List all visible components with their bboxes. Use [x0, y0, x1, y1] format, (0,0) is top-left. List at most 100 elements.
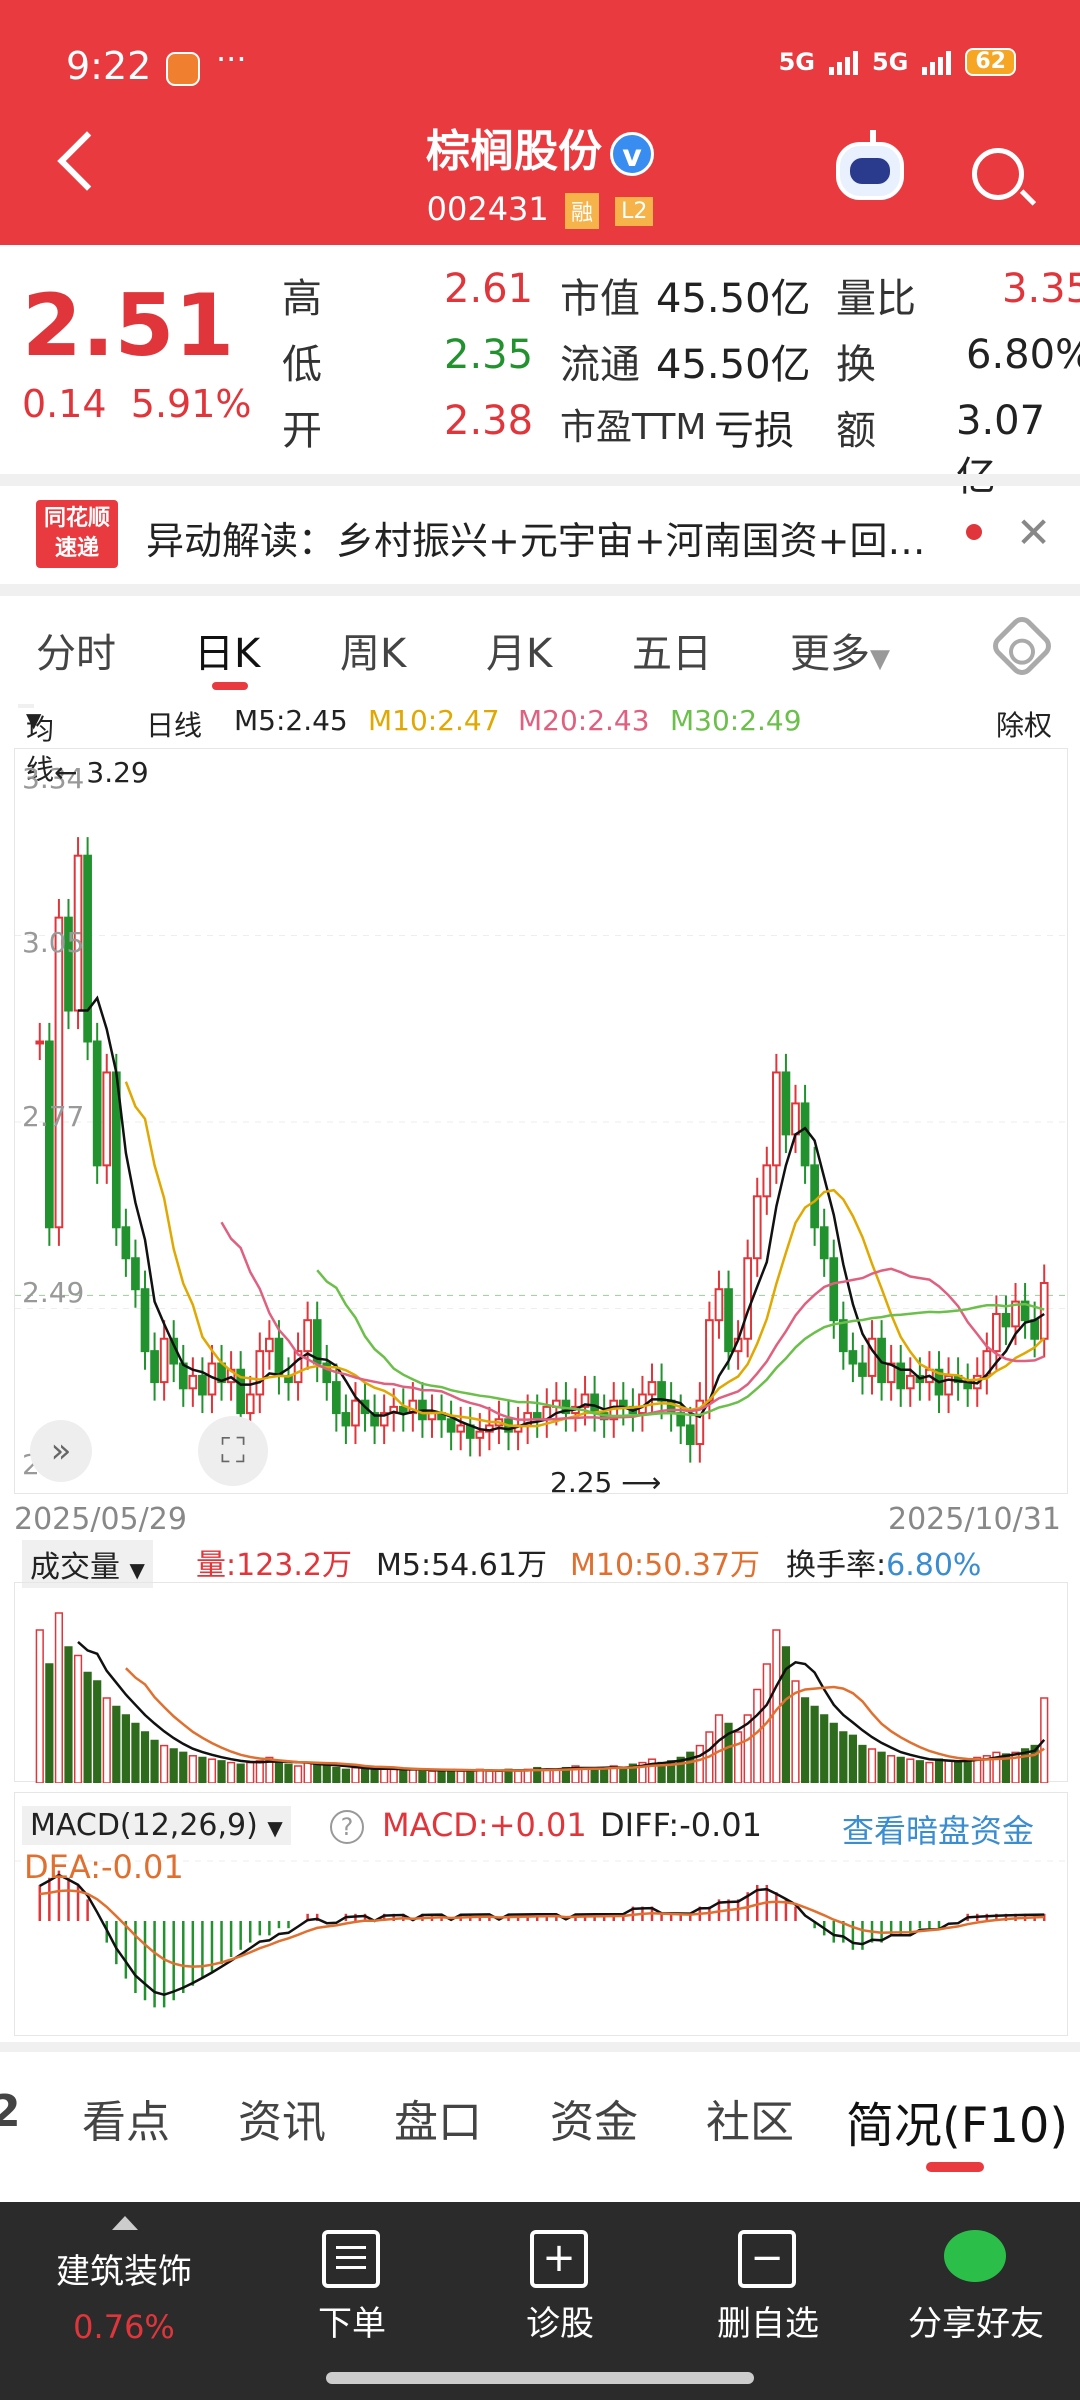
- tab-monthly-k[interactable]: 月K: [486, 621, 552, 679]
- tab-highlights[interactable]: 看点: [82, 2086, 170, 2150]
- volume-selector[interactable]: 成交量 ▼: [22, 1540, 153, 1588]
- tab-weekly-k[interactable]: 周K: [340, 621, 406, 679]
- volume-bar: [954, 1761, 963, 1784]
- pe-label: 市盈TTM: [560, 407, 707, 448]
- y-axis-label-2: 3.05: [22, 926, 85, 959]
- tab-news[interactable]: 资讯: [238, 2086, 326, 2150]
- period-label: 日线: [146, 709, 203, 742]
- tab-five-day[interactable]: 五日: [632, 621, 712, 679]
- news-banner[interactable]: 同花顺 速递 异动解读：乡村振兴+元宇宙+河南国资+回…: [0, 488, 1080, 588]
- remove-watchlist-button[interactable]: − 删自选: [660, 2202, 876, 2400]
- volume-selector-label: 成交量: [30, 1550, 120, 1585]
- tab-orderbook[interactable]: 盘口: [394, 2086, 482, 2150]
- kline-chart[interactable]: [14, 748, 1069, 1494]
- volume-bar: [102, 1697, 111, 1784]
- candle: [590, 1393, 599, 1415]
- volume-bar: [389, 1768, 398, 1784]
- network-label-2: 5G: [871, 48, 909, 76]
- sector-name: 建筑装饰: [56, 2252, 192, 2292]
- volume-bar: [274, 1761, 284, 1784]
- tab-intraday[interactable]: 分时: [36, 621, 116, 679]
- robot-assistant-icon[interactable]: [836, 130, 904, 200]
- divider: [0, 474, 1080, 486]
- date-start: 2025/05/29: [14, 1502, 187, 1537]
- volume-ratio-label: 量比: [836, 276, 916, 322]
- volume-bar: [915, 1760, 924, 1784]
- order-button[interactable]: 下单: [244, 2202, 460, 2400]
- candle: [331, 1381, 341, 1415]
- candle: [1039, 1282, 1049, 1340]
- volume-bar: [877, 1751, 886, 1784]
- volume-m5: M5:54.61万: [376, 1548, 547, 1583]
- sector-button[interactable]: 建筑装饰 0.76%: [16, 2202, 232, 2400]
- tab-more[interactable]: 更多▼: [790, 621, 890, 679]
- volume-bar: [896, 1756, 905, 1784]
- tab-daily-k[interactable]: 日K: [194, 621, 260, 679]
- app-header: 9:22 ··· 5G 5G 62 棕榈股份 v 002431 融 L2: [0, 0, 1080, 245]
- chevron-down-icon: ▼: [26, 708, 42, 732]
- candle: [819, 1226, 829, 1260]
- unread-dot: [966, 524, 982, 540]
- volume-bar: [858, 1744, 867, 1784]
- volume-bar: [217, 1760, 226, 1784]
- volume-bar: [54, 1612, 64, 1784]
- tab-funds[interactable]: 资金: [550, 2086, 638, 2150]
- close-icon[interactable]: ✕: [1016, 508, 1051, 557]
- status-indicators: 5G 5G 62: [779, 48, 1016, 76]
- notification-app-icon: [166, 52, 200, 86]
- volume-bar: [188, 1755, 197, 1784]
- remove-label: 删自选: [717, 2304, 819, 2344]
- low-label: 低: [282, 342, 322, 388]
- volume-m10-line: [125, 1667, 1045, 1772]
- signal-icon: [828, 49, 858, 75]
- expand-left-icon[interactable]: »: [30, 1420, 92, 1482]
- candle: [657, 1381, 666, 1402]
- tab-profile-f10[interactable]: 简况(F10): [846, 2086, 1068, 2156]
- volume-chart[interactable]: [14, 1582, 1068, 1784]
- low-value: 2.35: [444, 332, 534, 378]
- macd-selector[interactable]: MACD(12,26,9) ▼: [22, 1806, 291, 1845]
- diff-value: DIFF:-0.01: [600, 1806, 762, 1844]
- adjust-toggle[interactable]: 除权: [996, 704, 1052, 744]
- share-label: 分享好友: [908, 2304, 1044, 2344]
- candle: [102, 1071, 112, 1167]
- volume-bar: [64, 1646, 73, 1784]
- volume-bar: [734, 1731, 743, 1784]
- stock-code-text: 002431: [426, 190, 549, 228]
- diagnose-button[interactable]: + 诊股: [452, 2202, 668, 2400]
- fullscreen-icon[interactable]: ⛶: [198, 1416, 268, 1486]
- candle: [685, 1424, 695, 1446]
- diagnose-label: 诊股: [526, 2304, 594, 2344]
- signal-icon-2: [922, 49, 952, 75]
- chevron-up-icon: [112, 2216, 138, 2230]
- candle: [810, 1164, 819, 1229]
- volume-bar: [934, 1758, 944, 1784]
- candle: [45, 1040, 54, 1229]
- turnover-label: 换: [836, 342, 876, 388]
- share-button[interactable]: 分享好友: [868, 2202, 1080, 2400]
- turnover-rate-value: 6.80%: [886, 1548, 982, 1583]
- chevron-down-icon: ▼: [129, 1558, 145, 1582]
- volume-bar: [800, 1697, 810, 1784]
- tab-community[interactable]: 社区: [706, 2086, 794, 2150]
- chevron-down-icon: ▼: [870, 644, 890, 674]
- volume-bar: [925, 1761, 934, 1784]
- tab-prev[interactable]: 2: [0, 2086, 21, 2137]
- ma30-label: M30:2.49: [670, 704, 802, 737]
- stock-code: 002431 融 L2: [0, 190, 1080, 229]
- volume-bar: [121, 1714, 130, 1784]
- help-icon[interactable]: ?: [330, 1810, 364, 1844]
- dark-pool-link[interactable]: 查看暗盘资金: [842, 1806, 1034, 1852]
- high-label: 高: [282, 276, 322, 322]
- home-indicator: [326, 2372, 754, 2384]
- volume-m5-line: [77, 1640, 1046, 1773]
- open-label: 开: [282, 408, 322, 454]
- volume-bar: [418, 1768, 427, 1784]
- search-icon[interactable]: [972, 148, 1024, 200]
- ma-selector[interactable]: 均线 ▼: [18, 704, 54, 786]
- volume-bar: [590, 1768, 599, 1784]
- candle: [245, 1393, 255, 1415]
- news-text[interactable]: 异动解读：乡村振兴+元宇宙+河南国资+回…: [146, 510, 946, 565]
- volume-bar: [695, 1744, 704, 1784]
- candle: [255, 1350, 265, 1396]
